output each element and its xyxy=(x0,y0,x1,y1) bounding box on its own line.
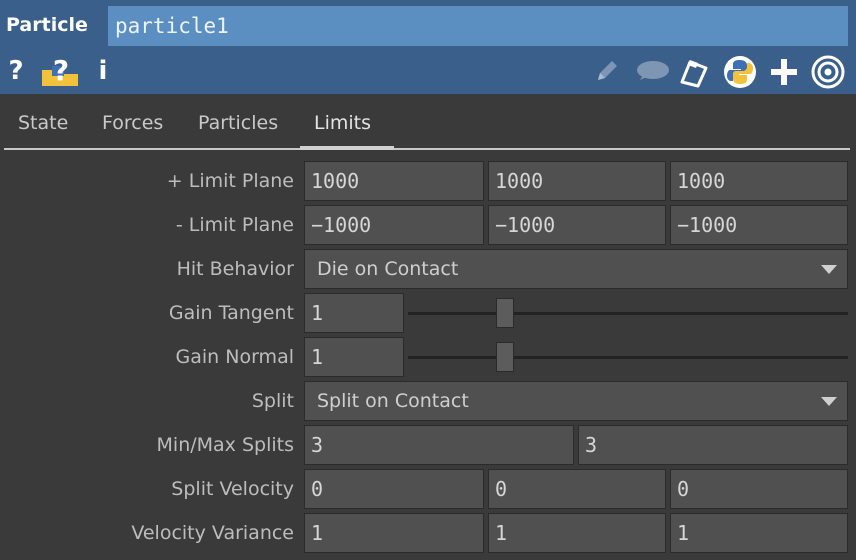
active-tab-indicator xyxy=(300,146,394,150)
gain-tangent-label: Gain Tangent xyxy=(168,302,294,324)
target-icon[interactable] xyxy=(810,54,846,90)
split-velocity-z-field[interactable]: 0 xyxy=(670,469,848,509)
info-icon[interactable]: i xyxy=(94,54,112,88)
split-velocity-label: Split Velocity xyxy=(171,478,294,500)
limit-plane-neg-label: - Limit Plane xyxy=(175,214,294,236)
operator-type-label: Particle xyxy=(6,14,88,36)
svg-text:?: ? xyxy=(53,56,69,87)
chevron-down-icon xyxy=(821,265,837,274)
python-help-icon[interactable]: ? xyxy=(42,54,80,88)
comment-icon[interactable] xyxy=(632,58,672,86)
limit-plane-pos-y-field[interactable]: 1000 xyxy=(488,161,666,201)
gain-normal-label: Gain Normal xyxy=(175,346,294,368)
split-velocity-y-field[interactable]: 0 xyxy=(488,469,666,509)
gain-normal-slider-handle[interactable] xyxy=(495,342,514,372)
split-velocity-x-field[interactable]: 0 xyxy=(304,469,484,509)
max-splits-field[interactable]: 3 xyxy=(578,425,848,465)
gain-tangent-field[interactable]: 1 xyxy=(304,293,404,333)
help-icon[interactable]: ? xyxy=(6,54,26,88)
parameter-tabs: State Forces Particles Limits xyxy=(0,94,856,152)
split-menu[interactable]: Split on Contact xyxy=(304,381,848,421)
clipboard-icon[interactable] xyxy=(676,54,712,88)
velocity-variance-z-field[interactable]: 1 xyxy=(670,513,848,553)
chevron-down-icon xyxy=(821,397,837,406)
plus-icon[interactable] xyxy=(768,56,800,88)
limit-plane-pos-label: + Limit Plane xyxy=(166,170,294,192)
limit-plane-pos-z-field[interactable]: 1000 xyxy=(670,161,848,201)
velocity-variance-label: Velocity Variance xyxy=(131,522,294,544)
split-label: Split xyxy=(251,390,294,412)
operator-header: Particle particle1 ? ? i xyxy=(0,0,856,94)
min-splits-field[interactable]: 3 xyxy=(304,425,574,465)
split-value: Split on Contact xyxy=(317,390,469,412)
tab-particles[interactable]: Particles xyxy=(198,112,278,142)
hit-behavior-value: Die on Contact xyxy=(317,258,459,280)
tab-limits[interactable]: Limits xyxy=(314,112,371,142)
gain-normal-field[interactable]: 1 xyxy=(304,337,404,377)
limit-plane-neg-z-field[interactable]: −1000 xyxy=(670,205,848,245)
pencil-icon[interactable] xyxy=(592,56,622,86)
python-icon[interactable] xyxy=(722,54,758,90)
velocity-variance-y-field[interactable]: 1 xyxy=(488,513,666,553)
gain-tangent-slider-handle[interactable] xyxy=(495,298,514,328)
tab-state[interactable]: State xyxy=(18,112,68,142)
min-max-splits-label: Min/Max Splits xyxy=(156,434,294,456)
tab-forces[interactable]: Forces xyxy=(102,112,163,142)
hit-behavior-menu[interactable]: Die on Contact xyxy=(304,249,848,289)
gain-normal-slider-track[interactable] xyxy=(408,356,848,359)
limit-plane-pos-x-field[interactable]: 1000 xyxy=(304,161,484,201)
limit-plane-neg-x-field[interactable]: −1000 xyxy=(304,205,484,245)
hit-behavior-label: Hit Behavior xyxy=(176,258,294,280)
velocity-variance-x-field[interactable]: 1 xyxy=(304,513,484,553)
limit-plane-neg-y-field[interactable]: −1000 xyxy=(488,205,666,245)
tab-divider xyxy=(4,148,850,150)
operator-name-field[interactable]: particle1 xyxy=(108,6,848,46)
gain-tangent-slider-track[interactable] xyxy=(408,312,848,315)
